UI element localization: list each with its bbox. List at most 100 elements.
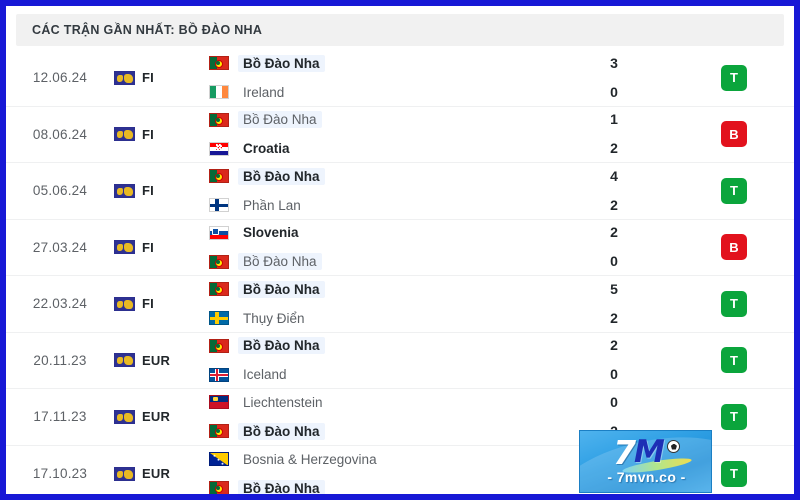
home-score: 2: [610, 224, 618, 241]
panel-header: CÁC TRẬN GẦN NHẤT: BỒ ĐÀO NHA: [16, 14, 784, 46]
world-map-icon: [114, 409, 135, 424]
result-cell: B: [674, 234, 794, 261]
team-home[interactable]: Bồ Đào Nha: [209, 336, 554, 355]
watermark-seven: 7: [613, 432, 637, 472]
team-home[interactable]: Bồ Đào Nha: [209, 110, 554, 129]
scores-cell: 42: [554, 167, 674, 215]
flag-pt-icon: [209, 481, 229, 494]
world-map-icon: [114, 70, 135, 85]
flag-hr-icon: [209, 141, 229, 156]
teams-cell: Bồ Đào Nha Thụy Điển: [199, 280, 554, 328]
team-away[interactable]: Iceland: [209, 365, 554, 384]
team-away[interactable]: Ireland: [209, 83, 554, 102]
home-score: 5: [610, 280, 618, 297]
result-cell: T: [674, 177, 794, 204]
competition-cell[interactable]: FI: [114, 296, 199, 311]
team-name: Liechtenstein: [243, 394, 323, 410]
competition-cell[interactable]: EUR: [114, 353, 199, 368]
teams-cell: Liechtenstein Bồ Đào Nha: [199, 393, 554, 441]
status-badge: T: [721, 177, 747, 204]
match-date: 27.03.24: [32, 239, 88, 255]
teams-cell: Bồ Đào Nha Ireland: [199, 54, 554, 102]
teams-cell: Bồ Đào Nha Croatia: [199, 110, 554, 158]
teams-cell: Bồ Đào Nha Iceland: [199, 336, 554, 384]
away-score: 0: [610, 253, 618, 270]
table-row[interactable]: 12.06.24 FI Bồ Đào Nha Ireland 3 0 T: [6, 50, 794, 107]
flag-fi-icon: [209, 198, 229, 213]
home-score: 2: [610, 337, 618, 354]
team-name: Bồ Đào Nha: [238, 167, 325, 185]
team-home[interactable]: Bồ Đào Nha: [209, 280, 554, 299]
competition-cell[interactable]: EUR: [114, 466, 199, 481]
flag-si-icon: [209, 225, 229, 240]
team-name: Iceland: [243, 367, 287, 383]
flag-is-icon: [209, 367, 229, 382]
scores-cell: 20: [554, 336, 674, 384]
team-home[interactable]: Bosnia & Herzegovina: [209, 450, 554, 469]
site-watermark-logo: 7 M - 7mvn.co -: [579, 430, 712, 493]
competition-label: FI: [142, 296, 154, 312]
competition-label: EUR: [142, 352, 171, 368]
world-map-icon: [114, 296, 135, 311]
team-home[interactable]: Bồ Đào Nha: [209, 54, 554, 73]
flag-pt-icon: [209, 254, 229, 269]
team-name: Bồ Đào Nha: [238, 280, 325, 298]
result-cell: T: [674, 403, 794, 430]
table-row[interactable]: 05.06.24 FI Bồ Đào Nha Phần Lan 4 2 T: [6, 163, 794, 220]
away-score: 2: [610, 140, 618, 157]
match-date: 08.06.24: [32, 126, 88, 142]
team-name: Bosnia & Herzegovina: [243, 451, 377, 467]
match-date: 17.11.23: [33, 409, 87, 425]
team-home[interactable]: Slovenia: [209, 223, 554, 242]
table-row[interactable]: 22.03.24 FI Bồ Đào Nha Thụy Điển 5 2 T: [6, 276, 794, 333]
competition-cell[interactable]: FI: [114, 240, 199, 255]
competition-label: EUR: [142, 409, 171, 425]
competition-cell[interactable]: EUR: [114, 409, 199, 424]
competition-label: FI: [142, 239, 154, 255]
team-name: Bồ Đào Nha: [238, 253, 322, 271]
team-away[interactable]: Bồ Đào Nha: [209, 422, 554, 441]
teams-cell: Bồ Đào Nha Phần Lan: [199, 167, 554, 215]
status-badge: B: [721, 234, 747, 261]
competition-cell[interactable]: FI: [114, 70, 199, 85]
team-away[interactable]: Bồ Đào Nha: [209, 479, 554, 494]
match-date: 12.06.24: [32, 70, 88, 86]
team-away[interactable]: Thụy Điển: [209, 309, 554, 328]
world-map-icon: [114, 127, 135, 142]
status-badge: T: [721, 460, 747, 487]
team-home[interactable]: Liechtenstein: [209, 393, 554, 412]
world-map-icon: [114, 183, 135, 198]
flag-pt-icon: [209, 282, 229, 297]
team-name: Bồ Đào Nha: [238, 479, 325, 494]
team-name: Slovenia: [243, 225, 299, 241]
table-row[interactable]: 20.11.23 EUR Bồ Đào Nha Iceland 2 0 T: [6, 333, 794, 389]
status-badge: T: [721, 64, 747, 91]
table-row[interactable]: 08.06.24 FI Bồ Đào Nha Croatia 1 2 B: [6, 107, 794, 163]
away-score: 2: [610, 196, 618, 213]
watermark-domain: - 7mvn.co -: [607, 469, 686, 485]
away-score: 2: [610, 309, 618, 326]
team-name: Phần Lan: [243, 197, 301, 213]
scores-cell: 12: [554, 110, 674, 158]
flag-ie-icon: [209, 85, 229, 100]
team-away[interactable]: Phần Lan: [209, 196, 554, 215]
flag-pt-icon: [209, 169, 229, 184]
team-name: Croatia: [243, 141, 290, 157]
away-score: 0: [610, 366, 618, 383]
result-cell: T: [674, 347, 794, 374]
team-home[interactable]: Bồ Đào Nha: [209, 167, 554, 186]
competition-cell[interactable]: FI: [114, 127, 199, 142]
competition-label: EUR: [142, 466, 171, 482]
match-date: 22.03.24: [32, 296, 88, 312]
flag-se-icon: [209, 311, 229, 326]
home-score: 4: [610, 167, 618, 184]
team-name: Bồ Đào Nha: [238, 54, 325, 72]
competition-cell[interactable]: FI: [114, 183, 199, 198]
team-away[interactable]: Croatia: [209, 139, 554, 158]
world-map-icon: [114, 240, 135, 255]
teams-cell: Slovenia Bồ Đào Nha: [199, 223, 554, 271]
team-away[interactable]: Bồ Đào Nha: [209, 252, 554, 271]
table-row[interactable]: 27.03.24 FI Slovenia Bồ Đào Nha 2 0 B: [6, 220, 794, 276]
teams-cell: Bosnia & Herzegovina Bồ Đào Nha: [199, 450, 554, 494]
result-cell: T: [674, 290, 794, 317]
